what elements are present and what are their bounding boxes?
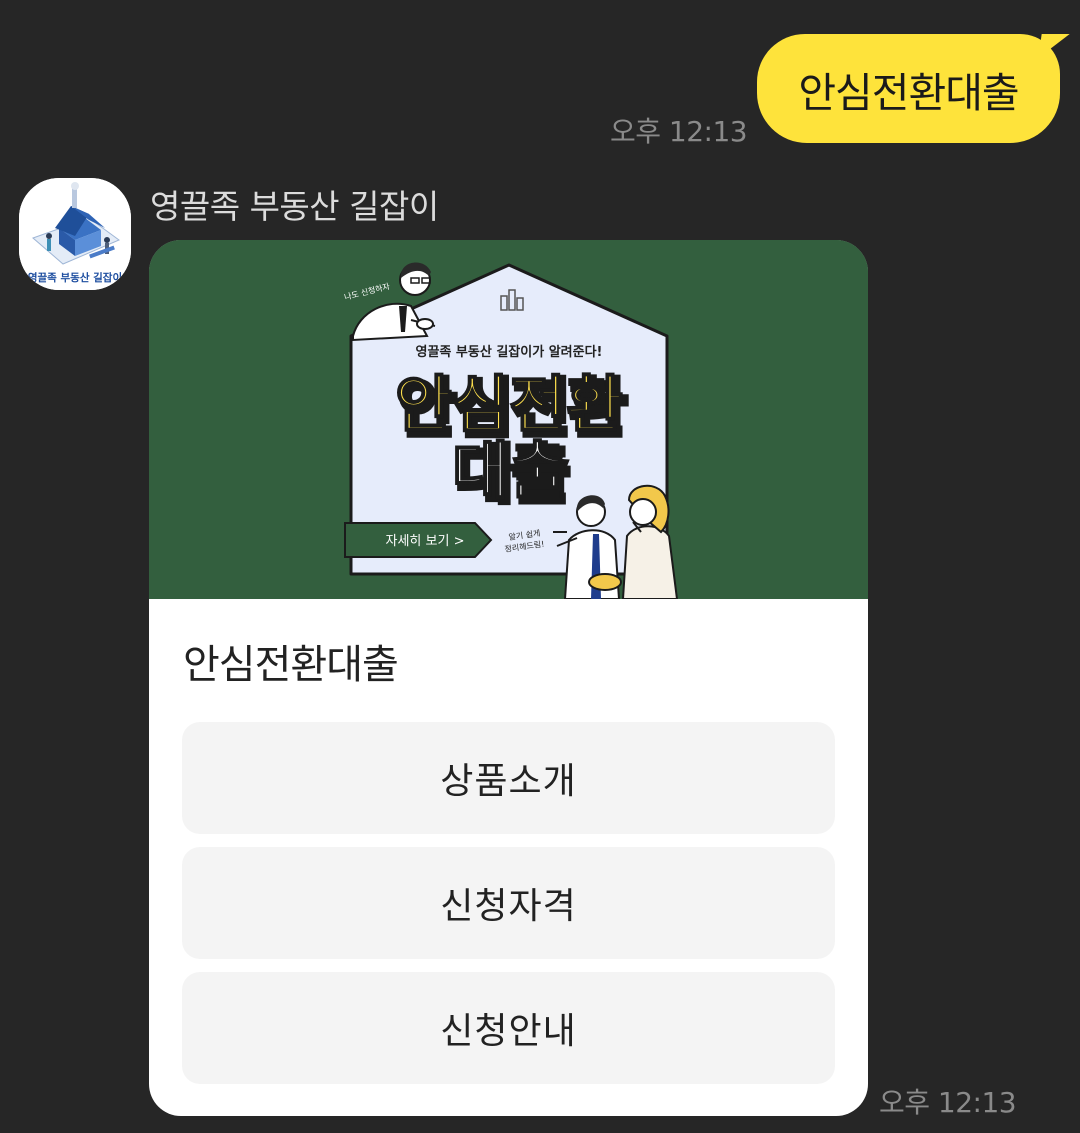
outgoing-message-text: 안심전환대출 bbox=[798, 68, 1019, 117]
card-title: 안심전환대출 bbox=[183, 642, 399, 688]
banner-detail-label: 자세히 보기 > bbox=[386, 534, 465, 549]
sender-avatar[interactable]: 영끌족 부동산 길잡이 bbox=[19, 178, 131, 290]
eligibility-button[interactable]: 신청자격 bbox=[182, 847, 835, 959]
incoming-message-time: 오후 12:13 bbox=[879, 1086, 1017, 1119]
banner-top-caption: 영끌족 부동산 길잡이가 알려준다! bbox=[416, 344, 603, 360]
message-card: 영끌족 부동산 길잡이가 알려준다! 안심전환 안심전환 대출 대출 자세히 보… bbox=[149, 240, 868, 1116]
banner-headline-line1: 안심전환 bbox=[395, 368, 623, 441]
avatar-caption: 영끌족 부동산 길잡이 bbox=[28, 271, 122, 284]
house-logo-icon: 영끌족 부동산 길잡이 bbox=[19, 178, 131, 290]
application-guide-button[interactable]: 신청안내 bbox=[182, 972, 835, 1084]
banner-headline-line2: 대출 bbox=[452, 434, 566, 507]
banner-illustration: 영끌족 부동산 길잡이가 알려준다! 안심전환 안심전환 대출 대출 자세히 보… bbox=[149, 240, 868, 600]
outgoing-message-time: 오후 12:13 bbox=[610, 115, 748, 148]
sender-name: 영끌족 부동산 길잡이 bbox=[150, 187, 439, 226]
card-banner-image[interactable]: 영끌족 부동산 길잡이가 알려준다! 안심전환 안심전환 대출 대출 자세히 보… bbox=[149, 240, 868, 600]
product-intro-button[interactable]: 상품소개 bbox=[182, 722, 835, 834]
